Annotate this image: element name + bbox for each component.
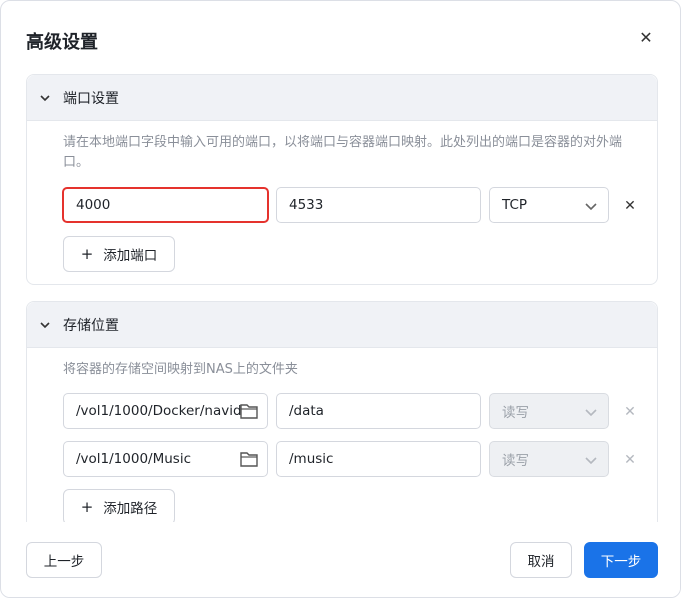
- container-port-input[interactable]: 4533: [276, 187, 481, 223]
- dialog-title: 高级设置: [26, 32, 98, 53]
- storage-title: 存储位置: [63, 317, 119, 334]
- cancel-button[interactable]: 取消: [510, 542, 572, 578]
- prev-step-button[interactable]: 上一步: [26, 542, 102, 578]
- add-port-label: 添加端口: [103, 248, 158, 264]
- permission-select[interactable]: 读写: [489, 441, 609, 477]
- storage-description: 将容器的存储空间映射到NAS上的文件夹: [63, 362, 298, 377]
- remove-path-icon[interactable]: ✕: [623, 453, 637, 467]
- storage-panel: 存储位置 将容器的存储空间映射到NAS上的文件夹 /vol1/1000/Dock…: [26, 301, 658, 541]
- next-step-button[interactable]: 下一步: [584, 542, 658, 578]
- prev-step-label: 上一步: [43, 554, 85, 570]
- container-path-value: /music: [289, 451, 334, 467]
- plus-icon: +: [80, 498, 94, 516]
- remove-path-icon[interactable]: ✕: [623, 405, 637, 419]
- nas-path-value: /vol1/1000/Music: [76, 451, 192, 467]
- port-settings-title: 端口设置: [63, 90, 119, 107]
- storage-header[interactable]: 存储位置: [27, 302, 657, 348]
- plus-icon: +: [80, 245, 94, 263]
- permission-select[interactable]: 读写: [489, 393, 609, 429]
- chevron-down-icon: [585, 203, 597, 211]
- container-path-input[interactable]: /data: [276, 393, 481, 429]
- add-path-label: 添加路径: [103, 501, 158, 517]
- local-port-input[interactable]: 4000: [62, 187, 269, 223]
- container-path-input[interactable]: /music: [276, 441, 481, 477]
- nas-path-value: /vol1/1000/Docker/navid: [76, 403, 242, 419]
- cancel-label: 取消: [527, 554, 555, 570]
- chevron-down-icon: [585, 409, 597, 417]
- protocol-value: TCP: [502, 197, 528, 213]
- dialog-footer: [2, 522, 680, 597]
- port-settings-panel: 端口设置 请在本地端口字段中输入可用的端口，以将端口与容器端口映射。此处列出的端…: [26, 74, 658, 285]
- local-port-value: 4000: [76, 197, 111, 213]
- remove-port-icon[interactable]: ✕: [623, 199, 637, 213]
- next-step-label: 下一步: [600, 554, 642, 570]
- add-port-button[interactable]: + 添加端口: [63, 236, 175, 272]
- permission-value: 读写: [502, 405, 529, 421]
- nas-path-input[interactable]: /vol1/1000/Docker/navid: [63, 393, 268, 429]
- chevron-down-icon: [40, 321, 50, 328]
- close-icon[interactable]: ✕: [637, 27, 655, 49]
- folder-icon[interactable]: [239, 450, 259, 468]
- advanced-settings-dialog: 高级设置 ✕ 端口设置 请在本地端口字段中输入可用的端口，以将端口与容器端口映射…: [0, 0, 681, 598]
- folder-icon[interactable]: [239, 402, 259, 420]
- container-path-value: /data: [289, 403, 324, 419]
- protocol-select[interactable]: TCP: [489, 187, 609, 223]
- container-port-value: 4533: [289, 197, 324, 213]
- permission-value: 读写: [502, 453, 529, 469]
- chevron-down-icon: [585, 457, 597, 465]
- chevron-down-icon: [40, 94, 50, 101]
- nas-path-input[interactable]: /vol1/1000/Music: [63, 441, 268, 477]
- port-settings-description: 请在本地端口字段中输入可用的端口，以将端口与容器端口映射。此处列出的端口是容器的…: [63, 135, 623, 170]
- port-settings-header[interactable]: 端口设置: [27, 75, 657, 121]
- add-path-button[interactable]: + 添加路径: [63, 489, 175, 525]
